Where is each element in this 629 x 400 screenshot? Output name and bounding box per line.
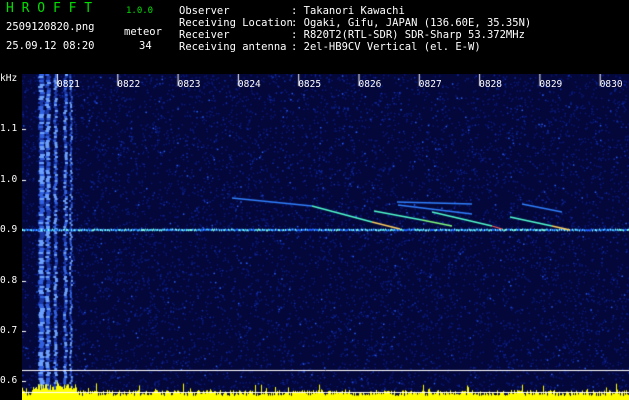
y-tick-label: 1.1 xyxy=(0,123,18,134)
y-tick-label: 0.8 xyxy=(0,275,18,286)
header: H R O F F T 1.0.0 2509120820.png meteor … xyxy=(0,0,629,74)
location-value: : Ogaki, Gifu, JAPAN (136.60E, 35.35N) xyxy=(291,17,532,29)
x-tick-label: 0829 xyxy=(539,79,563,90)
app-title: H R O F F T xyxy=(6,1,93,16)
x-tick-label: 0828 xyxy=(479,79,502,90)
y-tick-label: 0.9 xyxy=(0,224,18,235)
antenna-label: Receiving antenna xyxy=(179,41,287,53)
observer-value: : Takanori Kawachi xyxy=(291,5,405,17)
receiver-label: Receiver xyxy=(179,29,230,41)
x-tick-label: 0827 xyxy=(418,79,442,90)
y-tick-label: 0.6 xyxy=(0,375,18,386)
file-name: 2509120820.png xyxy=(6,21,95,33)
location-label: Receiving Location xyxy=(179,17,293,29)
meteor-count: 34 xyxy=(139,40,152,52)
x-tick-label: 0830 xyxy=(599,79,623,90)
meteor-label: meteor xyxy=(124,26,162,38)
file-datetime: 25.09.12 08:20 xyxy=(6,40,95,52)
x-tick-label: 0823 xyxy=(177,79,201,90)
x-tick-label: 0825 xyxy=(298,79,322,90)
y-tick-label: 1.0 xyxy=(0,174,18,185)
receiver-value: : R820T2(RTL-SDR) SDR-Sharp 53.372MHz xyxy=(291,29,525,41)
spectrogram-canvas xyxy=(22,74,629,400)
y-axis-unit: kHz xyxy=(0,73,18,84)
x-tick-label: 0824 xyxy=(237,79,261,90)
app-version: 1.0.0 xyxy=(126,6,154,16)
spectrogram xyxy=(22,74,629,400)
observer-label: Observer xyxy=(179,5,230,17)
antenna-value: : 2el-HB9CV Vertical (el. E-W) xyxy=(291,41,481,53)
y-tick-label: 0.7 xyxy=(0,325,18,336)
x-tick-label: 0826 xyxy=(358,79,382,90)
x-tick-label: 0821 xyxy=(57,79,80,90)
x-tick-label: 0822 xyxy=(117,79,141,90)
